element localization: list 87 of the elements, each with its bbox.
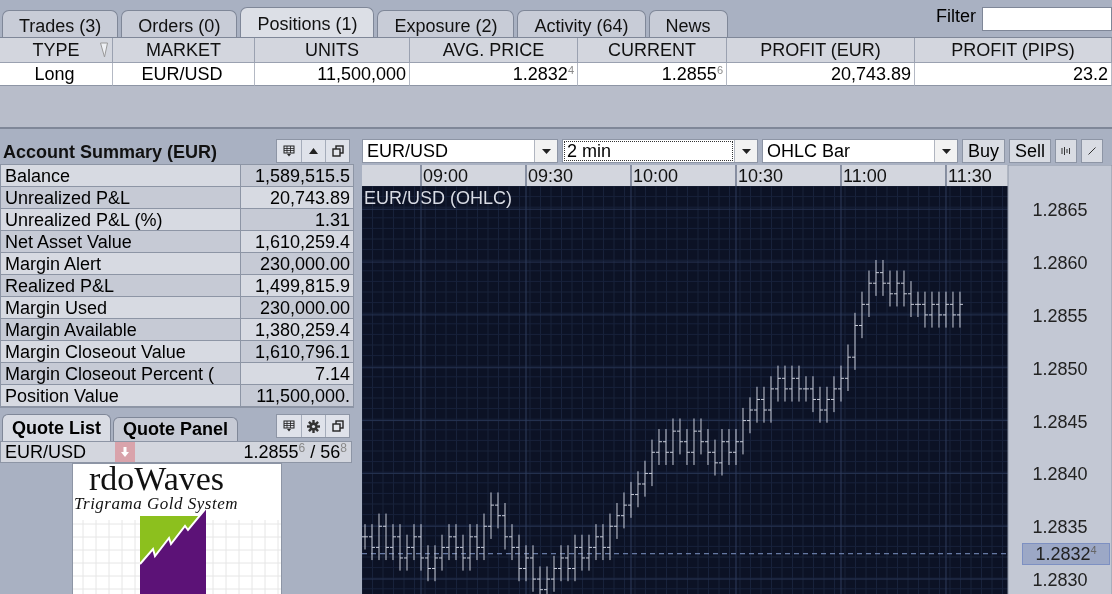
toolbar-button[interactable]: Sell — [1009, 139, 1052, 163]
tab[interactable]: News — [648, 10, 728, 37]
table-export-icon — [283, 145, 295, 157]
row-label: Margin Used — [1, 297, 241, 319]
row-value: 7.14 — [241, 363, 353, 385]
toolbar-button[interactable]: Buy — [962, 139, 1006, 163]
caret-down-icon — [541, 148, 551, 154]
bars-icon — [1061, 146, 1072, 156]
time-label: 09:30 — [528, 166, 574, 186]
caret-up-icon — [309, 148, 318, 154]
row-label: Net Asset Value — [1, 231, 241, 253]
time-label: 09:00 — [423, 166, 469, 186]
time-label: 11:30 — [948, 166, 992, 186]
tab[interactable]: Quote List — [2, 414, 111, 441]
column-header[interactable]: UNITS — [255, 38, 410, 63]
row-label: Margin Available — [1, 319, 241, 341]
row-label: Balance — [1, 165, 241, 187]
column-header[interactable]: TYPE — [0, 38, 113, 63]
settings-icon — [307, 419, 320, 433]
row-value: 20,743.89 — [241, 187, 353, 209]
row-value: 1,499,815.9 — [241, 275, 353, 297]
tab[interactable]: Trades (3) — [2, 10, 119, 37]
price-label: 1.2865 — [1032, 200, 1088, 221]
line-icon — [1088, 147, 1097, 155]
filter-label: Filter — [936, 6, 976, 27]
row-label: Margin Closeout Percent ( — [1, 363, 241, 385]
restore-window-icon — [331, 420, 344, 432]
row-value: 1,610,796.1 — [241, 341, 353, 363]
tab[interactable]: Orders (0) — [121, 10, 238, 37]
row-value: 1,380,259.4 — [241, 319, 353, 341]
arrow-down-icon — [120, 447, 130, 457]
sort-icon — [100, 42, 108, 58]
time-label: 10:00 — [633, 166, 679, 186]
chart-title: EUR/USD (OHLC) — [364, 188, 512, 208]
column-header[interactable]: PROFIT (EUR) — [727, 38, 915, 63]
column-header[interactable]: PROFIT (PIPS) — [915, 38, 1112, 63]
market-name: EUR/USD — [4, 441, 87, 463]
chart-style-button[interactable] — [1055, 139, 1078, 163]
price-label: 1.2860 — [1032, 253, 1088, 274]
table-cell: Long — [0, 63, 113, 86]
row-value: 1,589,515.5 — [241, 165, 353, 187]
filter-field[interactable] — [982, 7, 1112, 31]
row-value: 1.31 — [241, 209, 353, 231]
column-header[interactable]: AVG. PRICE — [410, 38, 578, 63]
time-label: 11:00 — [843, 166, 887, 186]
tab[interactable]: Positions (1) — [240, 7, 375, 37]
dropdown[interactable]: EUR/USD — [362, 139, 558, 163]
table-export-icon — [283, 420, 295, 432]
quote-row[interactable]: EUR/USD 1.2855$^{6}$ / 56$^{8}$ — [0, 441, 352, 463]
table-cell: EUR/USD — [113, 63, 255, 86]
table-cell: 1.2832$^{4}$ — [410, 63, 578, 86]
price-label: 1.2855 — [1032, 305, 1088, 326]
table-cell: 23.2 — [915, 63, 1112, 86]
dropdown[interactable]: 2 min — [562, 139, 758, 163]
price-label: 1.2840 — [1032, 464, 1088, 485]
price-label: 1.2835 — [1032, 517, 1088, 538]
tab[interactable]: Activity (64) — [517, 10, 646, 37]
price-label: 1.2845 — [1032, 411, 1088, 432]
row-label: Margin Closeout Value — [1, 341, 241, 363]
column-header[interactable]: CURRENT — [578, 38, 727, 63]
price-label: 1.2830 — [1032, 570, 1088, 591]
panel-title: Account Summary (EUR) — [3, 142, 218, 163]
table-cell: 1.2855$^{6}$ — [578, 63, 727, 86]
restore-window-icon — [331, 145, 344, 157]
dropdown[interactable]: OHLC Bar — [762, 139, 958, 163]
column-header[interactable]: MARKET — [113, 38, 255, 63]
row-label: Position Value — [1, 385, 241, 407]
banner-subtitle: Trigrama Gold System — [74, 494, 238, 514]
caret-down-icon — [941, 148, 951, 154]
banner-title: rdoWaves — [89, 464, 225, 497]
row-value: 230,000.00 — [241, 253, 353, 275]
quote-price: 1.2855$^{6}$ / 56$^{8}$ — [242, 441, 348, 463]
row-label: Unrealized P&L (%) — [1, 209, 241, 231]
caret-down-icon — [741, 148, 751, 154]
price-label: 1.2850 — [1032, 358, 1088, 379]
table-cell: 20,743.89 — [727, 63, 915, 86]
row-value: 11,500,000. — [241, 385, 353, 407]
current-price-tag: 1.2832$^{4}$ — [1022, 543, 1110, 565]
tab[interactable]: Quote Panel — [113, 417, 239, 441]
table-cell: 11,500,000 — [255, 63, 410, 86]
row-value: 230,000.00 — [241, 297, 353, 319]
row-label: Realized P&L — [1, 275, 241, 297]
row-label: Unrealized P&L — [1, 187, 241, 209]
row-label: Margin Alert — [1, 253, 241, 275]
row-value: 1,610,259.4 — [241, 231, 353, 253]
time-label: 10:30 — [738, 166, 784, 186]
tab[interactable]: Exposure (2) — [377, 10, 515, 37]
